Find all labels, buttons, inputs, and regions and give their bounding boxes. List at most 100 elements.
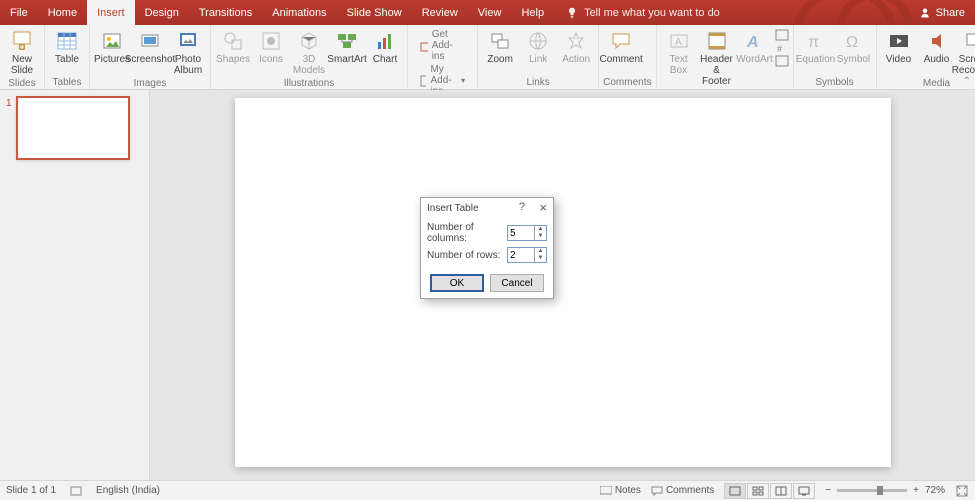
photo-album-button[interactable]: Photo Album	[170, 27, 206, 76]
screen-recording-icon	[964, 30, 975, 52]
symbol-button[interactable]: ΩSymbol	[836, 27, 872, 65]
ribbon-tabs: File Home Insert Design Transitions Anim…	[0, 0, 554, 25]
dialog-close-button[interactable]: ×	[539, 200, 547, 215]
lightbulb-icon	[566, 7, 578, 19]
cube-icon	[298, 30, 320, 52]
comments-button[interactable]: Comments	[651, 485, 714, 496]
comment-button[interactable]: Comment	[603, 27, 639, 65]
svg-text:A: A	[746, 34, 759, 51]
textbox-icon: A	[668, 30, 690, 52]
group-comments-label: Comments	[603, 75, 651, 89]
addin-icon	[420, 75, 426, 87]
ok-button[interactable]: OK	[430, 274, 484, 292]
normal-view-button[interactable]	[724, 483, 746, 499]
chart-button[interactable]: Chart	[367, 27, 403, 65]
smartart-button[interactable]: SmartArt	[329, 27, 365, 65]
screen-recording-button[interactable]: Screen Recording	[957, 27, 975, 76]
columns-input[interactable]	[508, 226, 534, 240]
group-images-label: Images	[94, 76, 206, 90]
header-footer-button[interactable]: Header & Footer	[699, 27, 735, 87]
zoom-level[interactable]: 72%	[925, 485, 945, 496]
link-button[interactable]: Link	[520, 27, 556, 65]
tab-home[interactable]: Home	[38, 0, 87, 25]
shapes-icon	[222, 30, 244, 52]
tab-design[interactable]: Design	[135, 0, 189, 25]
comments-icon	[651, 486, 663, 496]
tab-transitions[interactable]: Transitions	[189, 0, 262, 25]
dialog-help-button[interactable]: ?	[519, 201, 525, 213]
get-addins-button[interactable]: Get Add-ins	[420, 29, 465, 62]
sorter-view-button[interactable]	[747, 483, 769, 499]
new-slide-icon	[11, 30, 33, 52]
smartart-icon	[336, 30, 358, 52]
fit-to-window-button[interactable]	[955, 484, 969, 498]
tab-slideshow[interactable]: Slide Show	[337, 0, 412, 25]
icons-icon	[260, 30, 282, 52]
rows-label: Number of rows:	[427, 250, 507, 261]
icons-button[interactable]: Icons	[253, 27, 289, 65]
table-icon	[56, 30, 78, 52]
slide-thumbnail-panel: 1	[0, 90, 150, 490]
tab-insert[interactable]: Insert	[87, 0, 135, 25]
chart-icon	[374, 30, 396, 52]
equation-button[interactable]: πEquation	[798, 27, 834, 65]
wordart-button[interactable]: AWordArt	[737, 27, 773, 65]
cancel-button[interactable]: Cancel	[490, 274, 544, 292]
object-icon[interactable]	[775, 55, 789, 67]
columns-down[interactable]: ▼	[535, 233, 546, 240]
action-button[interactable]: Action	[558, 27, 594, 65]
equation-icon: π	[805, 30, 827, 52]
svg-text:Ω: Ω	[846, 34, 858, 51]
tab-view[interactable]: View	[468, 0, 512, 25]
title-bar: File Home Insert Design Transitions Anim…	[0, 0, 975, 25]
slide-thumbnail-1[interactable]	[16, 96, 130, 160]
columns-label: Number of columns:	[427, 222, 507, 244]
collapse-ribbon-icon[interactable]: ⌃	[963, 76, 971, 87]
group-slides-label: Slides	[4, 76, 40, 90]
header-footer-icon	[706, 30, 728, 52]
tab-review[interactable]: Review	[412, 0, 468, 25]
tab-file[interactable]: File	[0, 0, 38, 25]
rows-down[interactable]: ▼	[535, 255, 546, 262]
screenshot-button[interactable]: Screenshot	[132, 27, 168, 65]
insert-table-dialog: Insert Table ? × Number of columns: ▲▼ N…	[420, 197, 554, 299]
tab-help[interactable]: Help	[511, 0, 554, 25]
textbox-button[interactable]: AText Box	[661, 27, 697, 76]
zoom-icon	[489, 30, 511, 52]
slide-canvas	[150, 90, 975, 490]
table-button[interactable]: Table	[49, 27, 85, 65]
group-tables-label: Tables	[49, 75, 85, 89]
photo-album-icon	[177, 30, 199, 52]
columns-up[interactable]: ▲	[535, 226, 546, 233]
zoom-button[interactable]: Zoom	[482, 27, 518, 65]
tab-animations[interactable]: Animations	[262, 0, 336, 25]
language-indicator[interactable]: English (India)	[96, 485, 160, 496]
audio-icon	[926, 30, 948, 52]
zoom-slider[interactable]	[837, 489, 907, 492]
ribbon: New Slide Slides Table Tables Pictures S…	[0, 25, 975, 90]
zoom-out-button[interactable]: −	[825, 485, 831, 496]
spellcheck-icon[interactable]	[70, 485, 82, 497]
slideshow-view-button[interactable]	[793, 483, 815, 499]
rows-up[interactable]: ▲	[535, 248, 546, 255]
notes-button[interactable]: Notes	[600, 485, 641, 496]
slide-indicator: Slide 1 of 1	[6, 485, 56, 496]
date-time-icon[interactable]	[775, 29, 789, 41]
tell-me-search[interactable]: Tell me what you want to do	[566, 7, 720, 19]
screenshot-icon	[139, 30, 161, 52]
rows-input[interactable]	[508, 248, 534, 262]
group-symbols-label: Symbols	[798, 75, 872, 89]
slide-number-icon[interactable]: #	[775, 42, 789, 54]
share-button[interactable]: Share	[919, 0, 965, 25]
new-slide-button[interactable]: New Slide	[4, 27, 40, 76]
svg-text:A: A	[675, 37, 682, 48]
slide[interactable]	[235, 98, 891, 467]
3d-models-button[interactable]: 3D Models	[291, 27, 327, 76]
zoom-in-button[interactable]: +	[913, 485, 919, 496]
reading-view-button[interactable]	[770, 483, 792, 499]
shapes-button[interactable]: Shapes	[215, 27, 251, 65]
store-icon	[420, 40, 428, 52]
video-button[interactable]: Video	[881, 27, 917, 65]
audio-button[interactable]: Audio	[919, 27, 955, 65]
group-links-label: Links	[482, 75, 594, 89]
